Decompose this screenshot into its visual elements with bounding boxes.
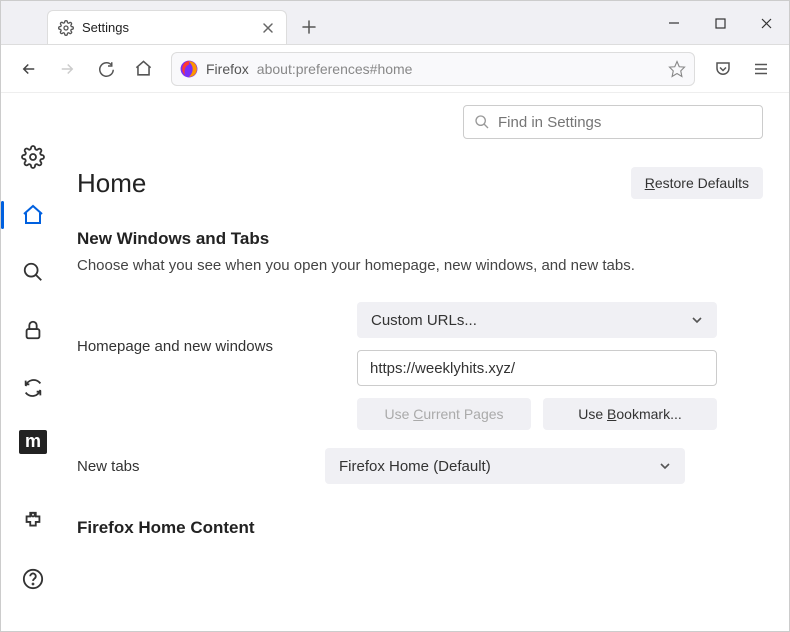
forward-button[interactable]	[51, 53, 83, 85]
url-bar[interactable]: Firefox about:preferences#home	[171, 52, 695, 86]
back-button[interactable]	[13, 53, 45, 85]
newtabs-value: Firefox Home (Default)	[339, 458, 491, 475]
chevron-down-icon	[691, 314, 703, 326]
restore-defaults-button[interactable]: Restore Defaults	[631, 167, 763, 199]
pocket-button[interactable]	[707, 53, 739, 85]
titlebar: Settings	[1, 1, 789, 45]
new-tab-button[interactable]	[295, 13, 323, 41]
url-text: about:preferences#home	[257, 61, 413, 77]
section-heading: New Windows and Tabs	[71, 229, 763, 249]
sidebar-privacy[interactable]	[17, 314, 49, 346]
sidebar-home[interactable]	[17, 199, 49, 231]
newtabs-select[interactable]: Firefox Home (Default)	[325, 448, 685, 484]
preferences-sidebar: m	[1, 93, 65, 631]
search-icon	[474, 114, 490, 130]
use-current-pages-button[interactable]: Use Current Pages	[357, 398, 531, 430]
use-bookmark-button[interactable]: Use Bookmark...	[543, 398, 717, 430]
homepage-mode-value: Custom URLs...	[371, 312, 477, 329]
main-panel: Home Restore Defaults New Windows and Ta…	[65, 93, 789, 631]
find-in-settings-input[interactable]	[498, 114, 752, 131]
homepage-url-input[interactable]	[357, 350, 717, 386]
sidebar-support[interactable]	[17, 563, 49, 595]
page-title: Home	[77, 168, 146, 199]
section-description: Choose what you see when you open your h…	[71, 257, 763, 274]
browser-tab[interactable]: Settings	[47, 10, 287, 44]
sidebar-sync[interactable]	[17, 372, 49, 404]
sidebar-search[interactable]	[17, 257, 49, 289]
homepage-label: Homepage and new windows	[77, 302, 337, 355]
close-window-button[interactable]	[743, 1, 789, 45]
newtabs-label: New tabs	[77, 458, 305, 475]
gear-icon	[58, 20, 74, 36]
firefox-icon	[180, 60, 198, 78]
home-button[interactable]	[127, 53, 159, 85]
window-controls	[651, 1, 789, 45]
window: Settings	[0, 0, 790, 632]
content-area: m Home Restore Default	[1, 93, 789, 631]
homepage-mode-select[interactable]: Custom URLs...	[357, 302, 717, 338]
app-menu-button[interactable]	[745, 53, 777, 85]
minimize-button[interactable]	[651, 1, 697, 45]
close-tab-icon[interactable]	[260, 20, 276, 36]
maximize-button[interactable]	[697, 1, 743, 45]
chevron-down-icon	[659, 460, 671, 472]
section-heading-2: Firefox Home Content	[71, 518, 763, 538]
find-in-settings[interactable]	[463, 105, 763, 139]
tab-title: Settings	[82, 20, 252, 35]
sidebar-more-from-mozilla[interactable]: m	[19, 430, 47, 454]
sidebar-extensions[interactable]	[17, 506, 49, 538]
navigation-toolbar: Firefox about:preferences#home	[1, 45, 789, 93]
sidebar-general[interactable]	[17, 141, 49, 173]
reload-button[interactable]	[89, 53, 121, 85]
bookmark-star-icon[interactable]	[668, 60, 686, 78]
url-identity: Firefox	[206, 61, 249, 77]
